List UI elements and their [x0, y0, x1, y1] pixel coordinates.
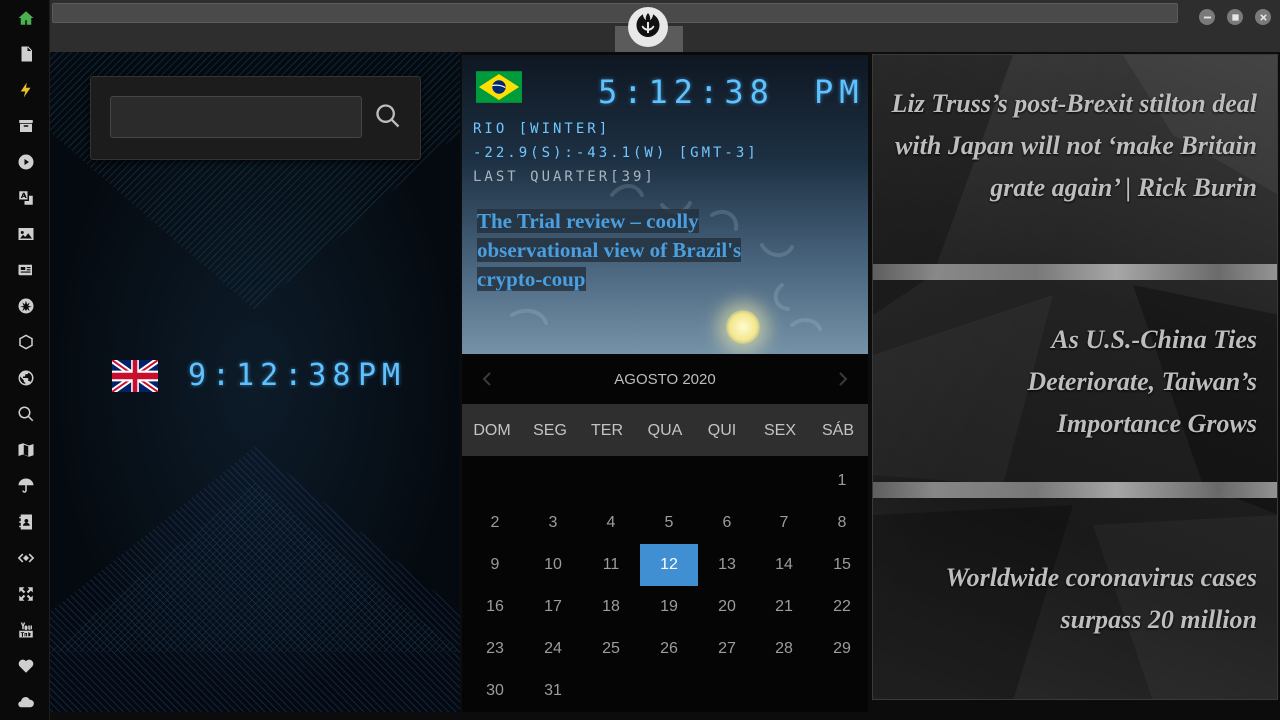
news-item-3[interactable]: Worldwide coronavirus cases surpass 20 m…	[897, 557, 1257, 641]
rebel-icon[interactable]	[13, 293, 39, 319]
calendar-day[interactable]: 26	[640, 628, 698, 670]
weekday-label: SEX	[763, 422, 796, 439]
search-icon[interactable]	[13, 401, 39, 427]
calendar-day[interactable]: 23	[466, 628, 524, 670]
calendar-day[interactable]: 20	[698, 586, 756, 628]
expand-icon[interactable]	[13, 581, 39, 607]
calendar-day[interactable]: 11	[582, 544, 640, 586]
calendar-day[interactable]: 7	[755, 502, 813, 544]
sidebar	[0, 0, 50, 720]
sun-icon	[726, 310, 760, 344]
uk-ampm: PM	[358, 358, 407, 393]
weekday-label: DOM	[473, 422, 511, 439]
news-item-1[interactable]: Liz Truss’s post-Brexit stilton deal wit…	[887, 83, 1258, 209]
youtube-icon[interactable]	[13, 617, 39, 643]
calendar-day[interactable]: 9	[466, 544, 524, 586]
cloud-icon[interactable]	[13, 689, 39, 715]
weekday-label: QUI	[707, 422, 737, 439]
calendar-day[interactable]: 15	[813, 544, 871, 586]
calendar-day[interactable]: 25	[582, 628, 640, 670]
calendar-day[interactable]: 1	[813, 460, 871, 502]
calendar-day[interactable]: 21	[755, 586, 813, 628]
map-icon[interactable]	[13, 437, 39, 463]
calendar-day-today[interactable]: 12	[640, 544, 698, 586]
weekday-label: SEG	[533, 422, 567, 439]
uk-clock: 9:12:38 PM	[112, 358, 412, 394]
search-panel	[90, 76, 421, 160]
coordinates-label: -22.9(S):-43.1(W) [GMT-3]	[473, 145, 759, 161]
close-icon[interactable]	[1255, 9, 1271, 25]
calendar-day[interactable]: 30	[466, 670, 524, 712]
calendar-day[interactable]: 13	[698, 544, 756, 586]
calendar-day[interactable]: 2	[466, 502, 524, 544]
sky-widget: 5:12:38 PM RIO [WINTER] -22.9(S):-43.1(W…	[462, 55, 868, 354]
news-divider	[873, 482, 1277, 498]
home-icon[interactable]	[13, 5, 39, 31]
uk-flag-icon	[112, 360, 158, 392]
uk-time: 9:12:38	[188, 358, 357, 393]
calendar-day[interactable]: 3	[524, 502, 582, 544]
calendar-weekdays: DOM SEG TER QUA QUI SEX SÁB	[462, 404, 868, 456]
news-feed-panel: Liz Truss’s post-Brexit stilton deal wit…	[872, 54, 1278, 700]
code-icon[interactable]	[13, 545, 39, 571]
title-bar	[50, 0, 1280, 52]
moon-phase-label: LAST QUARTER[39]	[473, 169, 656, 185]
news-divider	[873, 264, 1277, 280]
search-input[interactable]	[110, 96, 362, 138]
chevron-right-icon[interactable]	[830, 366, 856, 392]
address-bar[interactable]	[52, 3, 1178, 23]
bolt-icon[interactable]	[13, 77, 39, 103]
weekday-label: TER	[591, 422, 623, 439]
brazil-ampm: PM	[814, 73, 865, 111]
brazil-headline-link[interactable]: The Trial review – coolly observational …	[477, 207, 777, 294]
calendar-day[interactable]: 10	[524, 544, 582, 586]
minimize-icon[interactable]	[1199, 9, 1215, 25]
search-button[interactable]	[371, 99, 405, 133]
calendar-day[interactable]: 8	[813, 502, 871, 544]
calendar-day[interactable]: 29	[813, 628, 871, 670]
brazil-flag-icon	[476, 71, 522, 103]
calendar-day[interactable]: 5	[640, 502, 698, 544]
weekday-label: QUA	[647, 422, 683, 439]
translate-icon[interactable]	[13, 185, 39, 211]
news-item-2[interactable]: As U.S.-China Ties Deteriorate, Taiwan’s…	[927, 319, 1257, 445]
calendar-day[interactable]: 18	[582, 586, 640, 628]
calendar-day[interactable]: 28	[755, 628, 813, 670]
image-icon[interactable]	[13, 221, 39, 247]
headline-text: The Trial review – coolly observational …	[477, 209, 742, 291]
calendar-day[interactable]: 22	[813, 586, 871, 628]
maximize-icon[interactable]	[1227, 9, 1243, 25]
location-label: RIO [WINTER]	[473, 121, 611, 137]
search-icon	[376, 104, 400, 128]
calendar-day[interactable]: 4	[582, 502, 640, 544]
calendar-day[interactable]: 14	[755, 544, 813, 586]
archive-icon[interactable]	[13, 113, 39, 139]
hexagon-icon[interactable]	[13, 329, 39, 355]
contacts-icon[interactable]	[13, 509, 39, 535]
play-icon[interactable]	[13, 149, 39, 175]
brazil-time: 5:12:38	[598, 73, 775, 111]
calendar-header: AGOSTO 2020	[462, 354, 868, 404]
brazil-calendar-panel: 5:12:38 PM RIO [WINTER] -22.9(S):-43.1(W…	[462, 52, 868, 712]
rebel-alliance-icon[interactable]	[628, 7, 668, 47]
calendar-day[interactable]: 31	[524, 670, 582, 712]
news-icon[interactable]	[13, 257, 39, 283]
world-clock-panel: 9:12:38 PM	[50, 52, 460, 712]
heart-icon[interactable]	[13, 653, 39, 679]
calendar-day[interactable]: 27	[698, 628, 756, 670]
weekday-label: SÁB	[821, 422, 854, 439]
calendar-day[interactable]: 19	[640, 586, 698, 628]
umbrella-icon[interactable]	[13, 473, 39, 499]
calendar-day[interactable]: 24	[524, 628, 582, 670]
calendar-day[interactable]: 16	[466, 586, 524, 628]
calendar-grid: 1 2 3 4 5 6 7 8 9 10 11 12 13 14 15 16 17 18 19 20 21 22 23 24 2…	[462, 456, 868, 712]
calendar-month: AGOSTO 2020	[614, 371, 716, 388]
calendar-day[interactable]: 17	[524, 586, 582, 628]
document-icon[interactable]	[13, 41, 39, 67]
globe-icon[interactable]	[13, 365, 39, 391]
calendar-day[interactable]: 6	[698, 502, 756, 544]
